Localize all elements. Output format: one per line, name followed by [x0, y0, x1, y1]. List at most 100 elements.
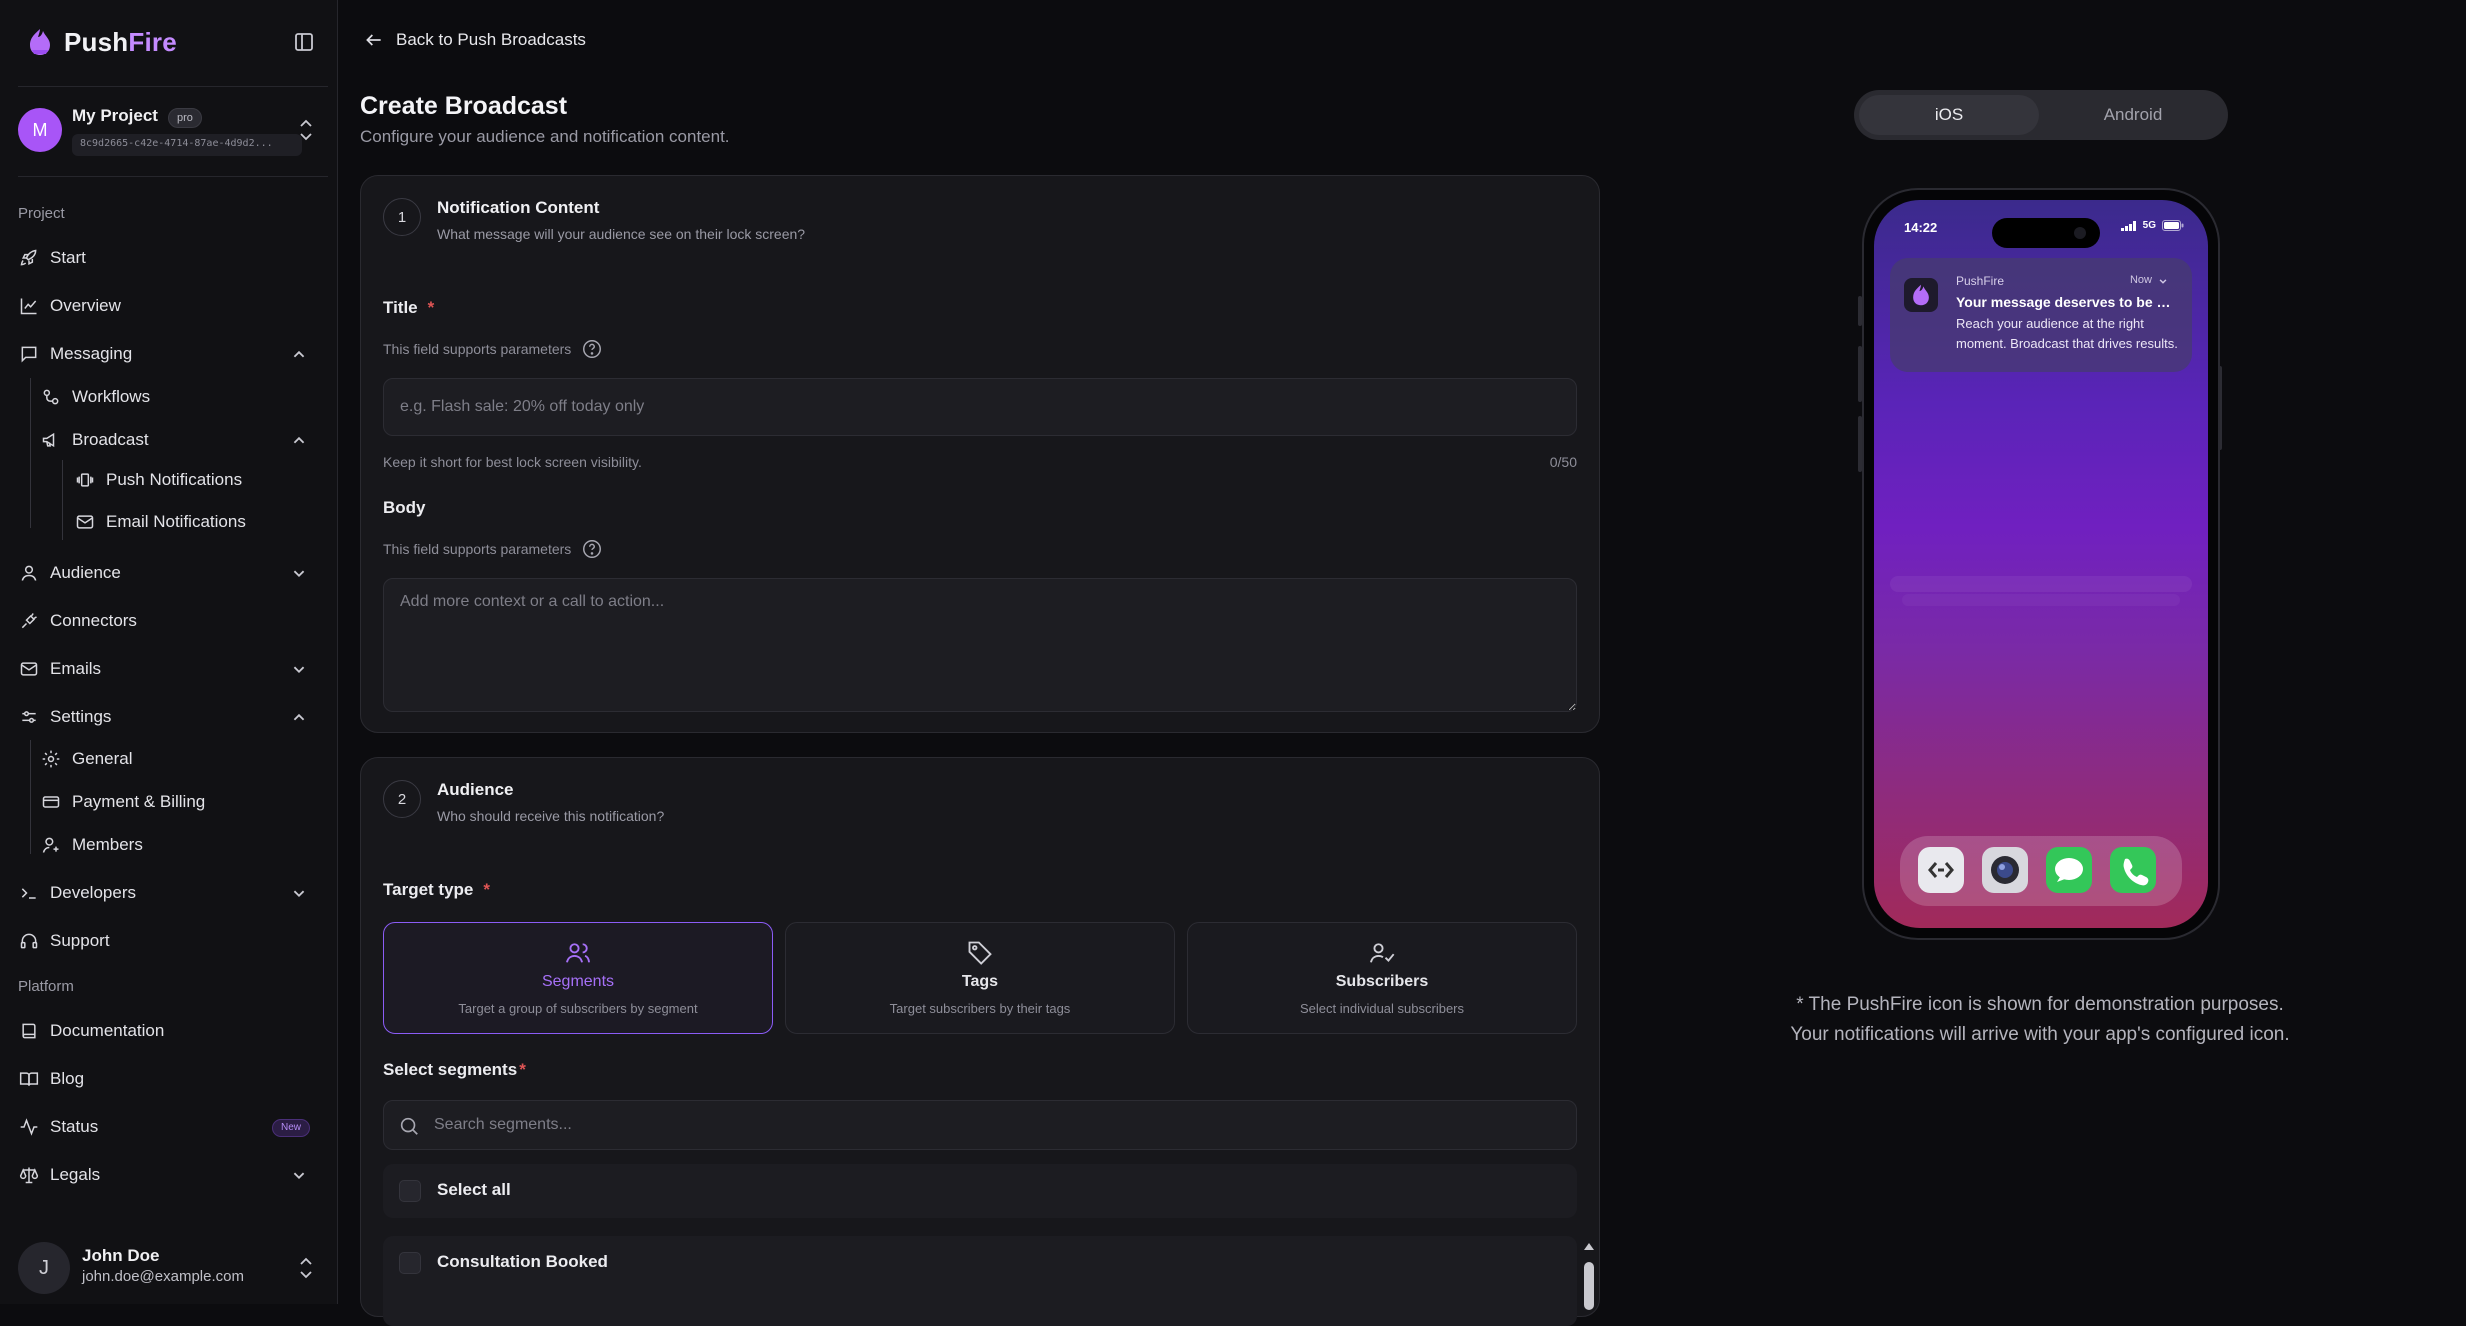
title-input[interactable]	[383, 378, 1577, 436]
plan-badge: pro	[168, 108, 202, 128]
sidebar-item-blog[interactable]: Blog	[18, 1061, 324, 1097]
brand-name: PushFire	[64, 26, 177, 57]
os-toggle: iOS Android	[1854, 90, 2228, 140]
tree-line	[62, 460, 63, 540]
sliders-icon	[18, 706, 40, 728]
target-type-label: Target type *	[383, 880, 490, 899]
rocket-icon	[18, 247, 40, 269]
chevrons-up-down-icon[interactable]	[294, 116, 318, 144]
chevrons-up-down-icon[interactable]	[294, 1254, 318, 1282]
sidebar-item-general[interactable]: General	[40, 741, 324, 777]
search-icon	[398, 1115, 420, 1137]
sidebar-collapse-icon[interactable]	[292, 30, 316, 54]
target-option-subscribers[interactable]: Subscribers Select individual subscriber…	[1187, 922, 1577, 1034]
tab-android[interactable]: Android	[2043, 95, 2223, 135]
sidebar-item-start[interactable]: Start	[18, 240, 324, 276]
scroll-thumb[interactable]	[1584, 1262, 1594, 1310]
preview-disclaimer: * The PushFire icon is shown for demonst…	[1790, 994, 2290, 1045]
sidebar-item-audience[interactable]: Audience	[18, 555, 324, 591]
sidebar-item-push-notifications[interactable]: Push Notifications	[74, 462, 324, 498]
target-option-tags[interactable]: Tags Target subscribers by their tags	[785, 922, 1175, 1034]
brand-logo[interactable]: PushFire	[26, 24, 177, 60]
project-id: 8c9d2665-c42e-4714-87ae-4d9d2...	[72, 134, 302, 156]
user-name: John Doe	[82, 1246, 160, 1265]
body-label: Body	[383, 498, 426, 517]
sidebar-item-legals[interactable]: Legals	[18, 1157, 324, 1193]
user-email: john.doe@example.com	[82, 1268, 244, 1285]
audience-card: 2 Audience Who should receive this notif…	[360, 757, 1600, 1326]
title-char-count: 0/50	[1549, 454, 1577, 470]
book-icon	[18, 1020, 40, 1042]
sidebar-item-developers[interactable]: Developers	[18, 875, 324, 911]
tab-ios[interactable]: iOS	[1859, 95, 2039, 135]
notification-title: Your message deserves to be heard	[1956, 294, 2178, 310]
project-name: My Project	[72, 106, 158, 125]
step-number: 2	[383, 780, 421, 818]
sidebar-item-messaging[interactable]: Messaging	[18, 336, 324, 372]
card-subtitle: What message will your audience see on t…	[437, 226, 806, 242]
project-avatar: M	[18, 108, 62, 152]
scale-icon	[18, 1164, 40, 1186]
select-all-checkbox[interactable]	[399, 1180, 421, 1202]
sidebar-item-documentation[interactable]: Documentation	[18, 1013, 324, 1049]
gear-icon	[40, 748, 62, 770]
app-camera-icon	[1982, 847, 2028, 893]
select-all-row[interactable]: Select all	[383, 1164, 1577, 1218]
sidebar-item-payment-billing[interactable]: Payment & Billing	[40, 784, 324, 820]
card-title: Notification Content	[437, 198, 600, 217]
user-menu[interactable]: J John Doe john.doe@example.com	[18, 1238, 324, 1294]
users-icon	[564, 939, 592, 967]
sidebar-item-broadcast[interactable]: Broadcast	[40, 422, 324, 458]
back-to-broadcasts-link[interactable]: Back to Push Broadcasts	[364, 30, 586, 50]
required-mark: *	[427, 298, 435, 317]
notification-time: Now	[2129, 274, 2152, 286]
help-circle-icon[interactable]	[581, 538, 603, 560]
dynamic-island	[1992, 218, 2100, 248]
segment-search[interactable]	[383, 1100, 1577, 1150]
sidebar-item-settings[interactable]: Settings	[18, 699, 324, 735]
notification-content-card: 1 Notification Content What message will…	[360, 175, 1600, 733]
sidebar-item-email-notifications[interactable]: Email Notifications	[74, 504, 324, 540]
plug-icon	[18, 610, 40, 632]
line-chart-icon	[18, 295, 40, 317]
sidebar-item-workflows[interactable]: Workflows	[40, 379, 324, 415]
chevron-down-icon	[288, 658, 310, 680]
section-label-project: Project	[18, 205, 65, 222]
chevron-down-icon	[288, 882, 310, 904]
terminal-icon	[18, 882, 40, 904]
tag-icon	[966, 939, 994, 967]
sidebar-item-support[interactable]: Support	[18, 923, 324, 959]
body-params-hint: This field supports parameters	[383, 538, 603, 560]
notification-preview: PushFire Now Your message deserves to be…	[1890, 258, 2192, 372]
help-circle-icon[interactable]	[581, 338, 603, 360]
target-option-segments[interactable]: Segments Target a group of subscribers b…	[383, 922, 773, 1034]
page-subtitle: Configure your audience and notification…	[360, 127, 730, 146]
stacked-notification-ghost	[1890, 576, 2192, 592]
section-label-platform: Platform	[18, 978, 74, 995]
required-mark: *	[519, 1060, 526, 1079]
sidebar-item-members[interactable]: Members	[40, 827, 324, 863]
sidebar-item-status[interactable]: Status New	[18, 1109, 324, 1145]
segment-search-input[interactable]	[432, 1101, 1552, 1149]
message-square-icon	[18, 343, 40, 365]
mail-icon	[74, 511, 96, 533]
signal-icon	[2120, 220, 2136, 231]
chevron-down-icon	[2156, 274, 2170, 288]
sidebar-item-overview[interactable]: Overview	[18, 288, 324, 324]
list-item[interactable]: Consultation Booked	[383, 1236, 1573, 1290]
title-label: Title *	[383, 298, 435, 317]
workflow-icon	[40, 386, 62, 408]
sidebar-item-connectors[interactable]: Connectors	[18, 603, 324, 639]
tree-line	[30, 378, 31, 528]
arrow-left-icon	[364, 30, 384, 50]
mail-icon	[18, 658, 40, 680]
title-params-hint: This field supports parameters	[383, 338, 603, 360]
segment-list-scrollbar[interactable]	[1581, 1240, 1597, 1310]
body-textarea[interactable]	[383, 578, 1577, 712]
required-mark: *	[483, 880, 490, 899]
project-switcher[interactable]: M My Project pro 8c9d2665-c42e-4714-87ae…	[18, 104, 324, 158]
chevron-down-icon	[288, 1164, 310, 1186]
segment-checkbox[interactable]	[399, 1252, 421, 1274]
tree-line	[30, 740, 31, 854]
sidebar-item-emails[interactable]: Emails	[18, 651, 324, 687]
